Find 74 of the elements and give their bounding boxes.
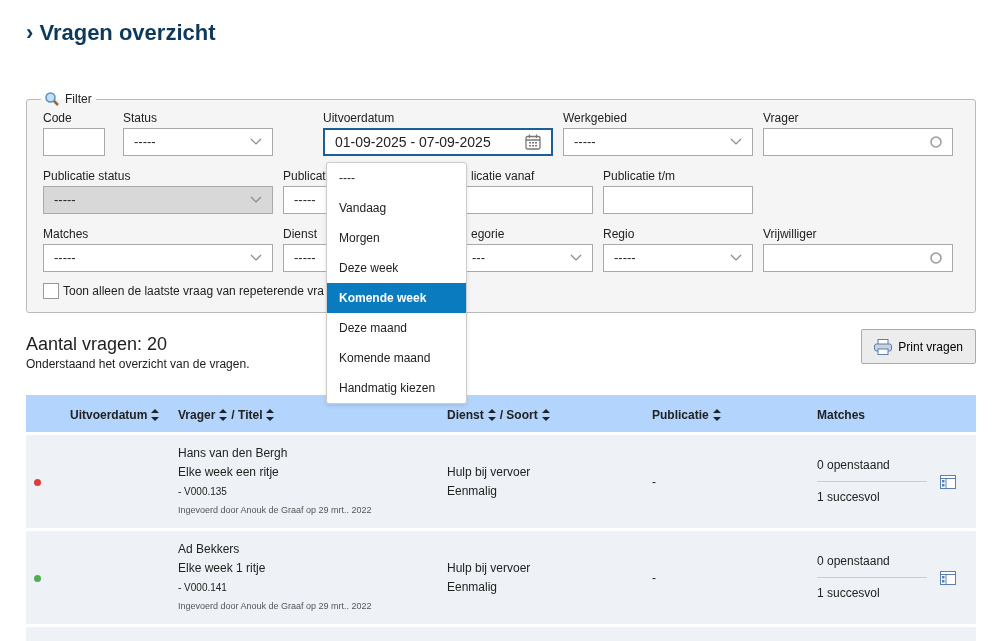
dropdown-item[interactable]: Deze maand bbox=[327, 313, 466, 343]
lookup-field[interactable] bbox=[763, 244, 953, 272]
select-field[interactable]: ----- bbox=[563, 128, 753, 156]
page-title: › Vragen overzicht bbox=[26, 19, 217, 47]
layout-icon bbox=[940, 571, 956, 586]
layout-icon bbox=[940, 475, 956, 490]
calendar-icon bbox=[525, 134, 541, 150]
dropdown-item[interactable]: ---- bbox=[327, 163, 466, 193]
search-icon bbox=[45, 92, 59, 106]
input-field[interactable] bbox=[43, 128, 105, 156]
field-label: Regio bbox=[603, 226, 635, 243]
requester-name: Hans van den Bergh bbox=[178, 444, 289, 462]
dropdown-item[interactable]: Vandaag bbox=[327, 193, 466, 223]
field-label: Publicatie t/m bbox=[603, 168, 676, 185]
field-label: Code bbox=[43, 110, 72, 127]
chevron-icon bbox=[250, 254, 262, 262]
column-header[interactable]: Uitvoerdatum bbox=[70, 406, 148, 424]
question-title: Elke week 1 ritje bbox=[178, 559, 267, 577]
question-code: - V000.135 bbox=[178, 484, 228, 499]
subtitle-text: Onderstaand het overzicht van de vragen. bbox=[26, 356, 250, 373]
chevron-icon bbox=[730, 254, 742, 262]
question-code: - V000.141 bbox=[178, 580, 228, 595]
field-label: Werkgebied bbox=[563, 110, 627, 127]
chevron-icon bbox=[250, 138, 262, 146]
column-header[interactable]: Vrager bbox=[178, 406, 216, 424]
chevron-icon bbox=[570, 254, 582, 262]
publication-value: - bbox=[652, 569, 657, 587]
field-label: Status bbox=[123, 110, 158, 127]
successful-matches: 1 succesvol bbox=[817, 489, 881, 506]
service-name: Hulp bij vervoer bbox=[447, 559, 532, 577]
select-field[interactable]: ----- bbox=[123, 128, 273, 156]
field-label: egorie bbox=[470, 226, 505, 243]
field-label: Dienst bbox=[283, 226, 317, 243]
field-label: Uitvoerdatum bbox=[323, 110, 395, 127]
circle-icon bbox=[930, 136, 942, 148]
open-matches: 0 openstaand bbox=[817, 457, 891, 474]
field-label: licatie vanaf bbox=[470, 168, 535, 185]
field-label: Matches bbox=[43, 226, 89, 243]
field-label: Publicat bbox=[283, 168, 326, 185]
checkbox[interactable] bbox=[43, 283, 59, 299]
lookup-field[interactable] bbox=[763, 128, 953, 156]
dropdown-item[interactable]: Komende week bbox=[327, 283, 466, 313]
select-field[interactable]: ----- bbox=[603, 244, 753, 272]
result-count: Aantal vragen: 20 bbox=[26, 333, 169, 355]
service-type: Eenmalig bbox=[447, 482, 499, 500]
successful-matches: 1 succesvol bbox=[817, 585, 881, 602]
entered-by-text: Ingevoerd door Anouk de Graaf op 29 mrt.. 2022 bbox=[178, 503, 373, 517]
dropdown-item[interactable]: Handmatig kiezen bbox=[327, 373, 466, 403]
print-button[interactable]: Print vragen bbox=[861, 329, 976, 364]
requester-name: Ad Bekkers bbox=[178, 540, 241, 558]
input-field[interactable] bbox=[603, 186, 753, 214]
column-header[interactable]: Publicatie bbox=[652, 406, 709, 424]
chevron-icon bbox=[730, 138, 742, 146]
field-label: Publicatie status bbox=[43, 168, 131, 185]
select-field[interactable]: ----- bbox=[43, 244, 273, 272]
question-title: Elke week een ritje bbox=[178, 463, 280, 481]
chevron-icon bbox=[250, 196, 262, 204]
publication-value: - bbox=[652, 473, 657, 491]
column-header[interactable]: Dienst bbox=[447, 406, 484, 424]
column-header[interactable]: / Titel bbox=[231, 406, 263, 424]
service-type: Eenmalig bbox=[447, 578, 499, 596]
filter-legend: Filter bbox=[65, 92, 92, 106]
field-label: Vrijwilliger bbox=[763, 226, 817, 243]
column-header[interactable]: / Soort bbox=[499, 406, 538, 424]
open-matches: 0 openstaand bbox=[817, 553, 891, 570]
field-label: Vrager bbox=[763, 110, 799, 127]
checkbox-label: Toon alleen de laatste vraag van repeterende vra bbox=[63, 283, 324, 300]
service-name: Hulp bij vervoer bbox=[447, 463, 532, 481]
dropdown-item[interactable]: Komende maand bbox=[327, 343, 466, 373]
date-field[interactable]: 01-09-2025 - 07-09-2025 bbox=[323, 128, 553, 156]
entered-by-text: Ingevoerd door Anouk de Graaf op 29 mrt.. 2022 bbox=[178, 599, 373, 613]
circle-icon bbox=[930, 252, 942, 264]
printer-icon bbox=[874, 338, 893, 355]
column-header[interactable]: Matches bbox=[817, 406, 866, 424]
